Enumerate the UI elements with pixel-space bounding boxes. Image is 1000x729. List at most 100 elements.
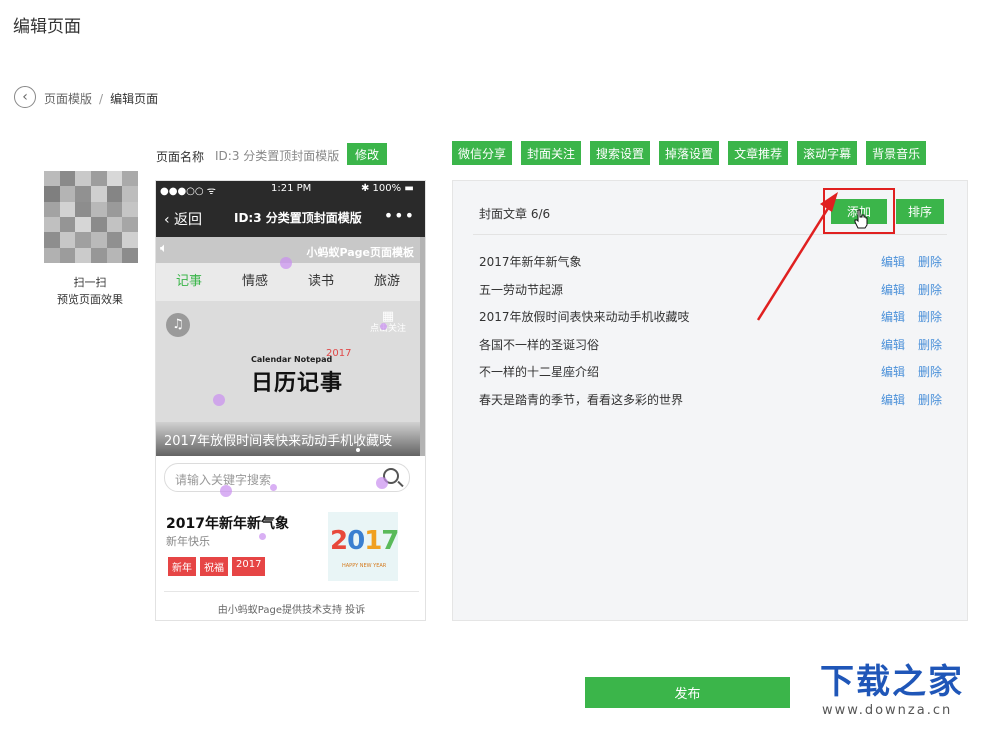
falling-balloon xyxy=(213,394,225,406)
wechat-share-button[interactable]: 微信分享 xyxy=(452,141,513,165)
brand-ticker: 小蚂蚁Page页面模板 xyxy=(306,246,414,259)
settings-toolbar: 微信分享 封面关注 搜索设置 掉落设置 文章推荐 滚动字幕 背景音乐 xyxy=(452,141,927,165)
breadcrumb: 页面模版 / 编辑页面 xyxy=(44,90,158,107)
delete-link[interactable]: 删除 xyxy=(918,336,942,353)
tag: 新年 xyxy=(168,557,196,576)
phone-footer: 由小蚂蚁Page提供技术支持 投诉 xyxy=(217,605,366,616)
carrier-signal: ●●●○○ ᯤ xyxy=(160,186,216,197)
background-music-button[interactable]: 背景音乐 xyxy=(866,141,927,165)
phone-back-button[interactable]: ‹ 返回 xyxy=(164,209,202,229)
falling-balloon xyxy=(259,533,266,540)
delete-link[interactable]: 删除 xyxy=(918,308,942,325)
sort-button[interactable]: 排序 xyxy=(896,199,944,224)
article-title: 各国不一样的圣诞习俗 xyxy=(479,337,600,352)
phone-preview: ●●●○○ ᯤ 1:21 PM ✱ 100% ▬ ‹ 返回 ID:3 分类置顶封… xyxy=(155,180,426,621)
list-item: 五一劳动节起源 编辑 删除 xyxy=(479,276,944,304)
modify-button[interactable]: 修改 xyxy=(347,143,387,165)
article-tags: 新年 祝福 2017 xyxy=(168,557,266,576)
phone-search-input[interactable]: 请输入关键字搜索 xyxy=(164,463,410,492)
falling-balloon xyxy=(220,485,232,497)
article-thumbnail[interactable]: 2017 HAPPY NEW YEAR xyxy=(328,512,398,581)
more-icon[interactable]: ••• xyxy=(384,206,415,225)
scan-label: 扫一扫 xyxy=(73,276,107,289)
calendar-title: 日历记事 xyxy=(251,371,344,396)
thumbnail-caption: HAPPY NEW YEAR xyxy=(342,563,387,569)
cover-follow-button[interactable]: 封面关注 xyxy=(521,141,582,165)
hero-caption: 2017年放假时间表快来动动手机收藏吱 xyxy=(156,422,420,456)
tab-emotion[interactable]: 情感 xyxy=(222,263,288,301)
qr-small-icon: ▦ xyxy=(381,309,395,324)
page-title: 编辑页面 xyxy=(13,17,81,37)
tab-travel[interactable]: 旅游 xyxy=(354,263,420,301)
carousel-dot xyxy=(356,448,360,452)
follow-label: 点击关注 xyxy=(369,324,406,334)
breadcrumb-parent[interactable]: 页面模版 xyxy=(44,92,92,106)
list-item: 不一样的十二星座介绍 编辑 删除 xyxy=(479,358,944,386)
breadcrumb-separator: / xyxy=(99,92,104,106)
divider xyxy=(164,591,419,592)
article-title: 不一样的十二星座介绍 xyxy=(479,365,600,379)
edit-link[interactable]: 编辑 xyxy=(881,363,905,380)
edit-link[interactable]: 编辑 xyxy=(881,336,905,353)
watermark-url: www.downza.cn xyxy=(822,703,953,718)
list-item: 各国不一样的圣诞习俗 编辑 删除 xyxy=(479,331,944,359)
back-icon[interactable]: ‹ xyxy=(14,86,36,108)
falling-balloon xyxy=(376,477,388,489)
page-name-value: ID:3 分类置顶封面模版 xyxy=(215,149,340,163)
list-item: 2017年放假时间表快来动动手机收藏吱 编辑 删除 xyxy=(479,303,944,331)
scroll-ticker-button[interactable]: 滚动字幕 xyxy=(797,141,858,165)
watermark-logo: 下载之家 xyxy=(820,662,964,702)
annotation-arrow xyxy=(756,192,838,321)
qr-caption: 扫一扫 预览页面效果 xyxy=(40,274,140,308)
hand-cursor-icon xyxy=(854,209,868,229)
thumbnail-year: 2017 xyxy=(330,526,398,556)
article-list: 2017年新年新气象 编辑 删除 五一劳动节起源 编辑 删除 2017年放假时间… xyxy=(479,248,944,413)
tab-reading[interactable]: 读书 xyxy=(288,263,354,301)
delete-link[interactable]: 删除 xyxy=(918,253,942,270)
article-subtitle: 新年快乐 xyxy=(166,535,210,548)
drop-settings-button[interactable]: 掉落设置 xyxy=(659,141,720,165)
preview-label: 预览页面效果 xyxy=(57,293,123,306)
search-settings-button[interactable]: 搜索设置 xyxy=(590,141,651,165)
article-title: 春天是踏青的季节，看看这多彩的世界 xyxy=(479,392,684,407)
edit-link[interactable]: 编辑 xyxy=(881,391,905,408)
delete-link[interactable]: 删除 xyxy=(918,391,942,408)
phone-scrollbar[interactable] xyxy=(420,237,425,456)
list-item: 春天是踏青的季节，看看这多彩的世界 编辑 删除 xyxy=(479,386,944,414)
edit-link[interactable]: 编辑 xyxy=(881,281,905,298)
article-title: 五一劳动节起源 xyxy=(479,282,564,297)
edit-link[interactable]: 编辑 xyxy=(881,253,905,270)
falling-balloon xyxy=(380,323,387,330)
breadcrumb-current: 编辑页面 xyxy=(110,92,159,106)
article-title: 2017年新年新气象 xyxy=(479,255,582,269)
page-name-label: 页面名称 xyxy=(156,150,205,164)
edit-link[interactable]: 编辑 xyxy=(881,308,905,325)
cover-articles-heading: 封面文章 6/6 xyxy=(479,207,551,221)
calendar-year: 2017 xyxy=(326,348,352,359)
delete-link[interactable]: 删除 xyxy=(918,363,942,380)
qr-code-image xyxy=(44,171,138,263)
phone-page-title: ID:3 分类置顶封面模版 xyxy=(234,211,362,225)
tag: 2017 xyxy=(232,557,266,576)
battery-status: ✱ 100% ▬ xyxy=(361,183,414,194)
follow-qr[interactable]: ▦ 点击关注 xyxy=(368,309,408,335)
delete-link[interactable]: 删除 xyxy=(918,281,942,298)
divider xyxy=(473,234,947,235)
phone-status-bar: ●●●○○ ᯤ 1:21 PM ✱ 100% ▬ xyxy=(156,181,425,198)
phone-nav-bar: ‹ 返回 ID:3 分类置顶封面模版 ••• xyxy=(156,198,425,237)
article-title: 2017年放假时间表快来动动手机收藏吱 xyxy=(479,310,690,324)
article-recommend-button[interactable]: 文章推荐 xyxy=(728,141,789,165)
tab-notes[interactable]: 记事 xyxy=(156,263,222,301)
cover-articles-panel: 封面文章 6/6 添加 排序 2017年新年新气象 编辑 删除 五一劳动节起源 … xyxy=(452,180,968,621)
calendar-notepad-label: Calendar Notepad xyxy=(251,355,333,364)
list-item: 2017年新年新气象 编辑 删除 xyxy=(479,248,944,276)
falling-balloon xyxy=(270,484,277,491)
article-title[interactable]: 2017年新年新气象 xyxy=(166,513,289,533)
tag: 祝福 xyxy=(200,557,228,576)
publish-button[interactable]: 发布 xyxy=(585,677,790,708)
falling-balloon xyxy=(280,257,292,269)
status-time: 1:21 PM xyxy=(271,183,312,194)
category-tabs: 记事 情感 读书 旅游 xyxy=(156,263,420,301)
music-note-icon[interactable]: ♫ xyxy=(166,313,190,337)
speaker-icon: 🔈︎ xyxy=(160,241,168,256)
